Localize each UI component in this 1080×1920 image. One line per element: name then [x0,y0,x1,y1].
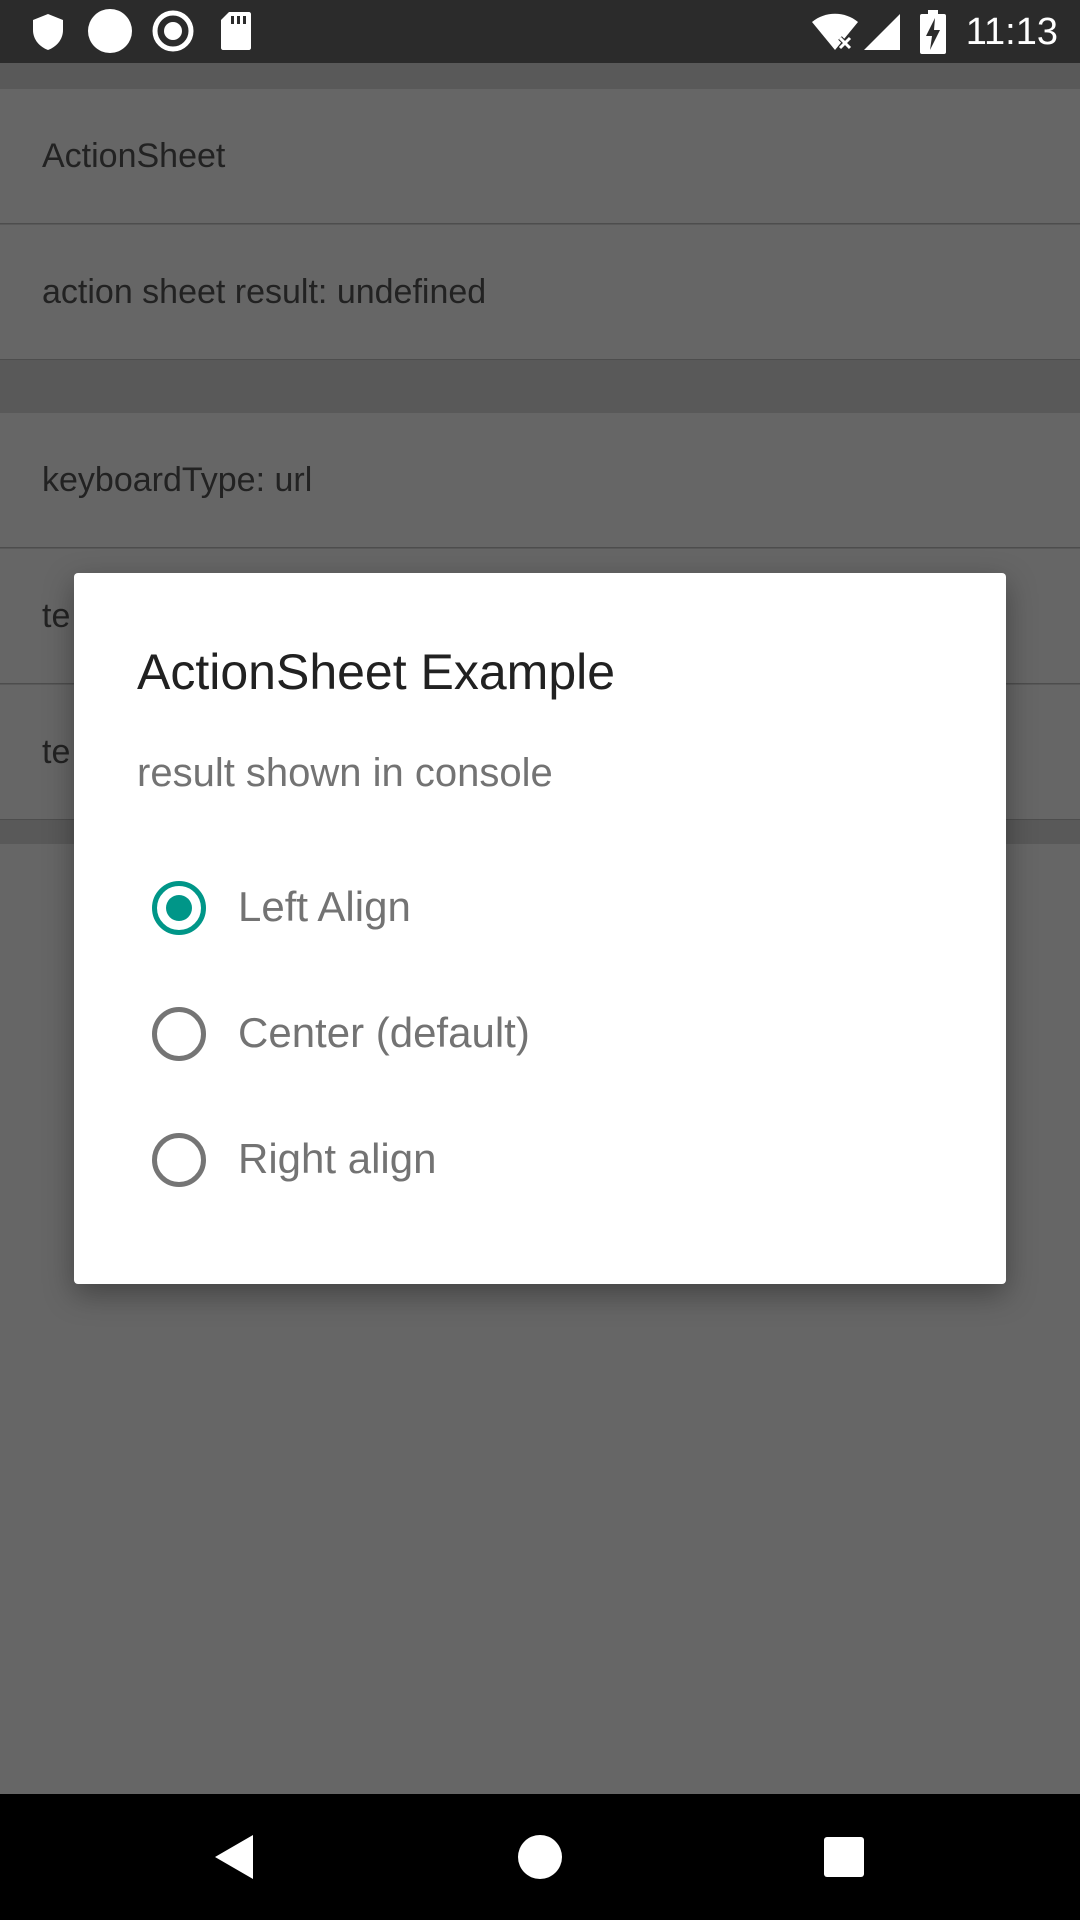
dialog-title: ActionSheet Example [137,644,616,700]
option-center[interactable]: Center (default) [114,977,966,1087]
list-item-label: keyboardType: url [42,461,313,499]
status-bar: 11:13 [0,0,1080,63]
option-label: Center (default) [238,1009,530,1056]
home-icon[interactable] [510,1827,570,1887]
dialog-message: result shown in console [137,751,553,795]
circle-icon [88,9,132,53]
list-item[interactable]: keyboardType: url [0,413,1080,548]
record-icon [152,10,194,52]
list-item-label: ActionSheet [42,137,226,175]
list-item-label: action sheet result: undefined [42,273,487,311]
recents-icon[interactable] [814,1827,874,1887]
list-item-label: te [42,733,71,771]
clock: 11:13 [965,11,1058,53]
option-label: Right align [238,1135,437,1182]
navigation-bar [0,1794,1080,1920]
list-item[interactable]: action sheet result: undefined [0,225,1080,360]
option-left-align[interactable]: Left Align [114,851,966,961]
list-item[interactable]: ActionSheet [0,89,1080,224]
wifi-off-icon [812,13,858,50]
battery-charging-icon [920,10,946,54]
option-label: Left Align [238,883,411,930]
option-right-align[interactable]: Right align [114,1103,966,1213]
action-sheet-dialog: ActionSheet Example result shown in cons… [74,573,1006,1284]
radio-unchecked-icon[interactable] [152,1007,206,1061]
radio-unchecked-icon[interactable] [152,1133,206,1187]
sd-card-icon [221,12,251,50]
back-icon[interactable] [207,1827,267,1887]
radio-checked-icon[interactable] [152,881,206,935]
shield-icon [33,14,63,50]
signal-icon [864,14,900,50]
radio-dot [166,895,192,921]
list-item-label: te [42,597,71,635]
